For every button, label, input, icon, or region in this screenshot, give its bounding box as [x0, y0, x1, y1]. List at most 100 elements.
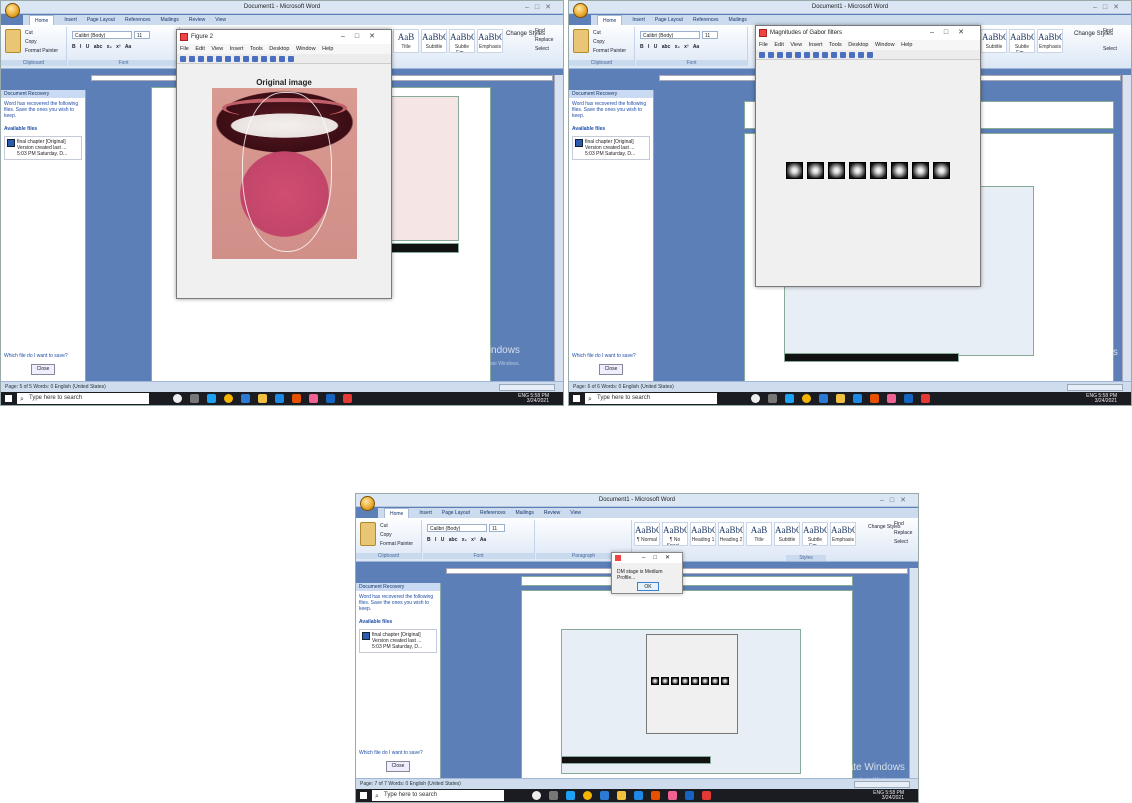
style-subtle-emphasis[interactable]: AaBbCcDcSubtle Em...: [1009, 29, 1035, 53]
font-size-box[interactable]: 11: [702, 31, 718, 39]
open-icon[interactable]: [768, 52, 774, 58]
font-name-box[interactable]: Calibri (Body): [72, 31, 132, 39]
tab-view[interactable]: View: [215, 15, 226, 25]
select-button[interactable]: Select: [535, 46, 549, 52]
document-page-top[interactable]: [521, 576, 853, 586]
figure-window-controls[interactable]: –□✕: [930, 26, 974, 40]
store-icon[interactable]: [241, 394, 250, 403]
style-subtle-emphasis[interactable]: AaBbCcDcSubtle Em...: [802, 522, 828, 546]
windows-start-icon[interactable]: [360, 792, 367, 799]
find-button[interactable]: Find: [1103, 28, 1113, 34]
style-title[interactable]: AaB Title: [393, 29, 419, 53]
tab-home[interactable]: Home: [384, 508, 410, 518]
app-icon[interactable]: [668, 791, 677, 800]
office-button[interactable]: [573, 3, 588, 18]
data-cursor-icon[interactable]: [840, 52, 846, 58]
zoom-in-icon[interactable]: [804, 52, 810, 58]
format-painter-button[interactable]: Format Painter: [25, 48, 58, 54]
format-buttons[interactable]: B I U abc x₂ x² Aa: [427, 537, 486, 543]
matlab-taskbar-icon[interactable]: [921, 394, 930, 403]
find-button[interactable]: Find: [894, 521, 904, 527]
style-heading-1[interactable]: AaBbCcHeading 1: [690, 522, 716, 546]
cut-button[interactable]: Cut: [380, 523, 388, 529]
tab-mailings[interactable]: Mailings: [729, 15, 747, 25]
font-name-box[interactable]: Calibri (Body): [427, 524, 487, 532]
print-icon[interactable]: [786, 52, 792, 58]
tab-page-layout[interactable]: Page Layout: [442, 508, 470, 518]
style-subtitle[interactable]: AaBbCc.Subtitle: [774, 522, 800, 546]
edge-icon[interactable]: [207, 394, 216, 403]
colorbar-icon[interactable]: [858, 52, 864, 58]
taskbar-search[interactable]: ⌕ Type here to search: [372, 790, 504, 801]
figure-menu-bar[interactable]: File Edit View Insert Tools Desktop Wind…: [177, 44, 391, 54]
tab-mailings[interactable]: Mailings: [161, 15, 179, 25]
store-icon[interactable]: [819, 394, 828, 403]
tab-review[interactable]: Review: [544, 508, 560, 518]
dialog-window-controls[interactable]: –□✕: [642, 554, 678, 561]
file-explorer-icon[interactable]: [258, 394, 267, 403]
tab-insert[interactable]: Insert: [419, 508, 432, 518]
colorbar-icon[interactable]: [279, 56, 285, 62]
print-icon[interactable]: [207, 56, 213, 62]
pointer-icon[interactable]: [795, 52, 801, 58]
gabor-figure-window[interactable]: Magnitudes of Gabor filters –□✕ File Edi…: [755, 25, 981, 287]
file-explorer-icon[interactable]: [836, 394, 845, 403]
cut-button[interactable]: Cut: [593, 30, 601, 36]
recovery-close-button[interactable]: Close: [31, 364, 55, 375]
zoom-out-icon[interactable]: [234, 56, 240, 62]
paste-button[interactable]: [573, 29, 589, 53]
app-icon[interactable]: [887, 394, 896, 403]
format-buttons[interactable]: B I U abc x₂ x² Aa: [640, 44, 699, 50]
replace-button[interactable]: Replace: [894, 530, 912, 536]
tab-page-layout[interactable]: Page Layout: [87, 15, 115, 25]
cortana-icon[interactable]: [532, 791, 541, 800]
task-view-icon[interactable]: [768, 394, 777, 403]
system-tray[interactable]: ENG 5:58 PM 3/24/2021: [1086, 394, 1117, 404]
cortana-icon[interactable]: [173, 394, 182, 403]
tab-home[interactable]: Home: [597, 15, 623, 25]
task-view-icon[interactable]: [190, 394, 199, 403]
taskbar-search[interactable]: ⌕ Type here to search: [585, 393, 717, 404]
brush-icon[interactable]: [849, 52, 855, 58]
store-icon[interactable]: [600, 791, 609, 800]
style-heading-2[interactable]: AaBbCcHeading 2: [718, 522, 744, 546]
tab-references[interactable]: References: [693, 15, 719, 25]
figure-toolbar[interactable]: [756, 50, 980, 60]
system-tray[interactable]: ENG 5:58 PM 3/24/2021: [518, 394, 549, 404]
recovered-file-item[interactable]: final chapter [Original] Version created…: [572, 136, 650, 160]
vlc-icon[interactable]: [870, 394, 879, 403]
cut-button[interactable]: Cut: [25, 30, 33, 36]
brush-icon[interactable]: [270, 56, 276, 62]
select-button[interactable]: Select: [1103, 46, 1117, 52]
taskbar-search[interactable]: ⌕ Type here to search: [17, 393, 149, 404]
pan-icon[interactable]: [822, 52, 828, 58]
tab-mailings[interactable]: Mailings: [516, 508, 534, 518]
chrome-icon[interactable]: [802, 394, 811, 403]
style-normal[interactable]: AaBbCcDc¶ Normal: [634, 522, 660, 546]
recovery-close-button[interactable]: Close: [386, 761, 410, 772]
copy-button[interactable]: Copy: [380, 532, 392, 538]
tab-view[interactable]: View: [570, 508, 581, 518]
style-emphasis[interactable]: AaBbCcDcEmphasis: [477, 29, 503, 53]
format-buttons[interactable]: B I U abc x₂ x² Aa: [72, 44, 131, 50]
word-taskbar-icon[interactable]: [685, 791, 694, 800]
vlc-icon[interactable]: [292, 394, 301, 403]
figure-window-controls[interactable]: –□✕: [341, 30, 385, 44]
tab-home[interactable]: Home: [29, 15, 55, 25]
zoom-slider[interactable]: [499, 384, 555, 391]
windows-start-icon[interactable]: [5, 395, 12, 402]
figure-menu-bar[interactable]: File Edit View Insert Tools Desktop Wind…: [756, 40, 980, 50]
edge-icon[interactable]: [566, 791, 575, 800]
rotate-icon[interactable]: [252, 56, 258, 62]
legend-icon[interactable]: [288, 56, 294, 62]
pan-icon[interactable]: [243, 56, 249, 62]
zoom-slider[interactable]: [854, 781, 910, 788]
recovered-file-item[interactable]: final chapter [Original] Version created…: [359, 629, 437, 653]
which-file-link[interactable]: Which file do I want to save?: [359, 750, 423, 756]
edge-icon[interactable]: [785, 394, 794, 403]
word-taskbar-icon[interactable]: [326, 394, 335, 403]
style-emphasis[interactable]: AaBbCcDcEmphasis: [830, 522, 856, 546]
file-explorer-icon[interactable]: [617, 791, 626, 800]
tab-references[interactable]: References: [125, 15, 151, 25]
cortana-icon[interactable]: [751, 394, 760, 403]
